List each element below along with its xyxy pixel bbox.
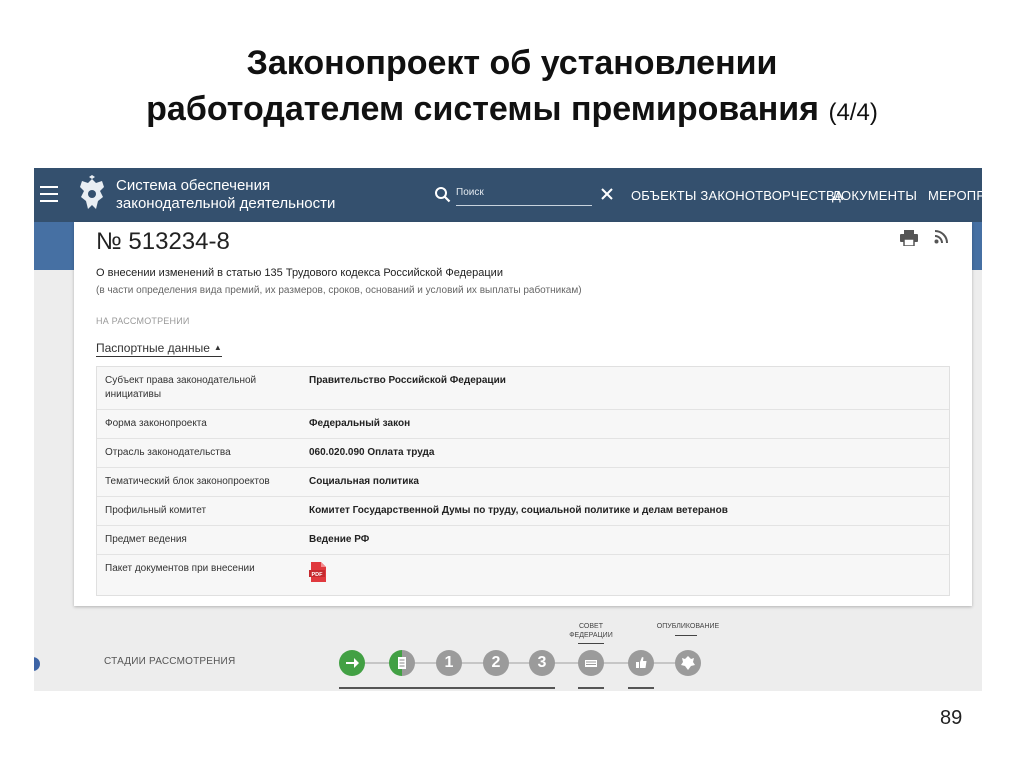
table-row: Форма законопроекта Федеральный закон xyxy=(97,410,949,439)
nav-documents[interactable]: ДОКУМЕНТЫ xyxy=(832,188,917,203)
table-row: Предмет ведения Ведение РФ xyxy=(97,526,949,555)
passport-table: Субъект права законодательной инициативы… xyxy=(96,366,950,596)
slide-title: Законопроект об установлении работодател… xyxy=(0,40,1024,136)
page-number: 89 xyxy=(940,707,963,729)
row-value: Правительство Российской Федерации xyxy=(309,375,506,386)
coat-of-arms-icon xyxy=(80,175,104,209)
nav-lawmaking-objects[interactable]: ОБЪЕКТЫ ЗАКОНОТВОРЧЕСТВА xyxy=(631,188,843,203)
stage-publication[interactable] xyxy=(675,650,701,676)
top-navigation-bar: Система обеспечения законодательной деят… xyxy=(34,168,982,222)
bill-card: № 513234-8 О внесении изменений в статью… xyxy=(74,222,972,606)
council-building-icon xyxy=(585,660,597,667)
rss-icon[interactable] xyxy=(934,230,948,244)
stage-first-reading[interactable]: 1 xyxy=(436,650,462,676)
print-icon[interactable] xyxy=(900,230,918,246)
stage-president[interactable] xyxy=(628,650,654,676)
table-row: Профильный комитет Комитет Государственн… xyxy=(97,497,949,526)
svg-text:PDF: PDF xyxy=(312,572,324,578)
stages-president-bracket xyxy=(628,687,654,689)
table-row: Пакет документов при внесении PDF xyxy=(97,555,949,595)
table-row: Тематический блок законопроектов Социаль… xyxy=(97,468,949,497)
stage-preliminary[interactable] xyxy=(389,650,415,676)
pdf-file-icon[interactable]: PDF xyxy=(309,562,327,582)
passport-section-label: Паспортные данные xyxy=(96,341,210,355)
bill-subtitle: (в части определения вида премий, их раз… xyxy=(96,285,582,296)
thumbs-up-icon xyxy=(636,657,647,668)
brand-name[interactable]: Система обеспечения законодательной деят… xyxy=(116,177,335,213)
stages-duma-bracket xyxy=(339,687,555,689)
slide-title-suffix: (4/4) xyxy=(828,99,878,126)
bill-number: № 513234-8 xyxy=(96,228,230,255)
row-label: Профильный комитет xyxy=(105,505,207,516)
arrow-right-icon xyxy=(346,658,359,668)
bill-title: О внесении изменений в статью 135 Трудов… xyxy=(96,267,503,279)
side-scroll-indicator[interactable] xyxy=(34,657,40,671)
row-label: Форма законопроекта xyxy=(105,418,207,429)
table-row: Субъект права законодательной инициативы… xyxy=(97,367,949,410)
row-value: 060.020.090 Оплата труда xyxy=(309,447,435,458)
row-value: Комитет Государственной Думы по труду, с… xyxy=(309,505,728,516)
brand-line2: законодательной деятельности xyxy=(116,195,336,212)
nav-events[interactable]: МЕРОПРИ xyxy=(928,188,982,203)
row-value: Федеральный закон xyxy=(309,418,411,429)
row-label: Пакет документов при внесении xyxy=(105,563,255,574)
stages-council-bracket xyxy=(578,687,604,689)
council-tick xyxy=(578,643,604,644)
close-icon[interactable] xyxy=(599,186,615,202)
stages-label: СТАДИИ РАССМОТРЕНИЯ xyxy=(104,656,236,667)
row-label: Отрасль законодательства xyxy=(105,447,231,458)
website-screenshot: Система обеспечения законодательной деят… xyxy=(34,168,982,691)
passport-section-toggle[interactable]: Паспортные данные ▲ xyxy=(96,341,222,357)
row-label: Субъект права законодательной инициативы xyxy=(105,375,257,400)
table-row: Отрасль законодательства 060.020.090 Опл… xyxy=(97,439,949,468)
publication-tick xyxy=(675,635,697,636)
stage-third-reading[interactable]: 3 xyxy=(529,650,555,676)
bill-status: НА РАССМОТРЕНИИ xyxy=(96,316,190,326)
search-icon[interactable] xyxy=(434,186,451,203)
row-value: Социальная политика xyxy=(309,476,419,487)
stage-introduction[interactable] xyxy=(339,650,365,676)
menu-icon[interactable] xyxy=(40,186,58,202)
row-label: Предмет ведения xyxy=(105,534,187,545)
stage-federation-council[interactable] xyxy=(578,650,604,676)
caret-up-icon: ▲ xyxy=(213,343,222,352)
search-input[interactable] xyxy=(456,184,592,206)
row-label: Тематический блок законопроектов xyxy=(105,476,270,487)
row-value: Ведение РФ xyxy=(309,534,370,545)
slide-title-line2: работодателем системы премирования (4/4) xyxy=(0,86,1024,136)
document-icon xyxy=(398,657,406,669)
council-caption: СОВЕТ ФЕДЕРАЦИИ xyxy=(569,623,613,639)
slide-title-line1: Законопроект об установлении xyxy=(246,44,778,82)
stage-second-reading[interactable]: 2 xyxy=(483,650,509,676)
slide-title-main: работодателем системы премирования xyxy=(146,90,820,128)
publication-caption: ОПУБЛИКОВАНИЕ xyxy=(656,623,720,630)
row-value: PDF xyxy=(309,555,949,595)
brand-line1: Система обеспечения xyxy=(116,177,271,194)
emblem-icon xyxy=(681,656,695,670)
